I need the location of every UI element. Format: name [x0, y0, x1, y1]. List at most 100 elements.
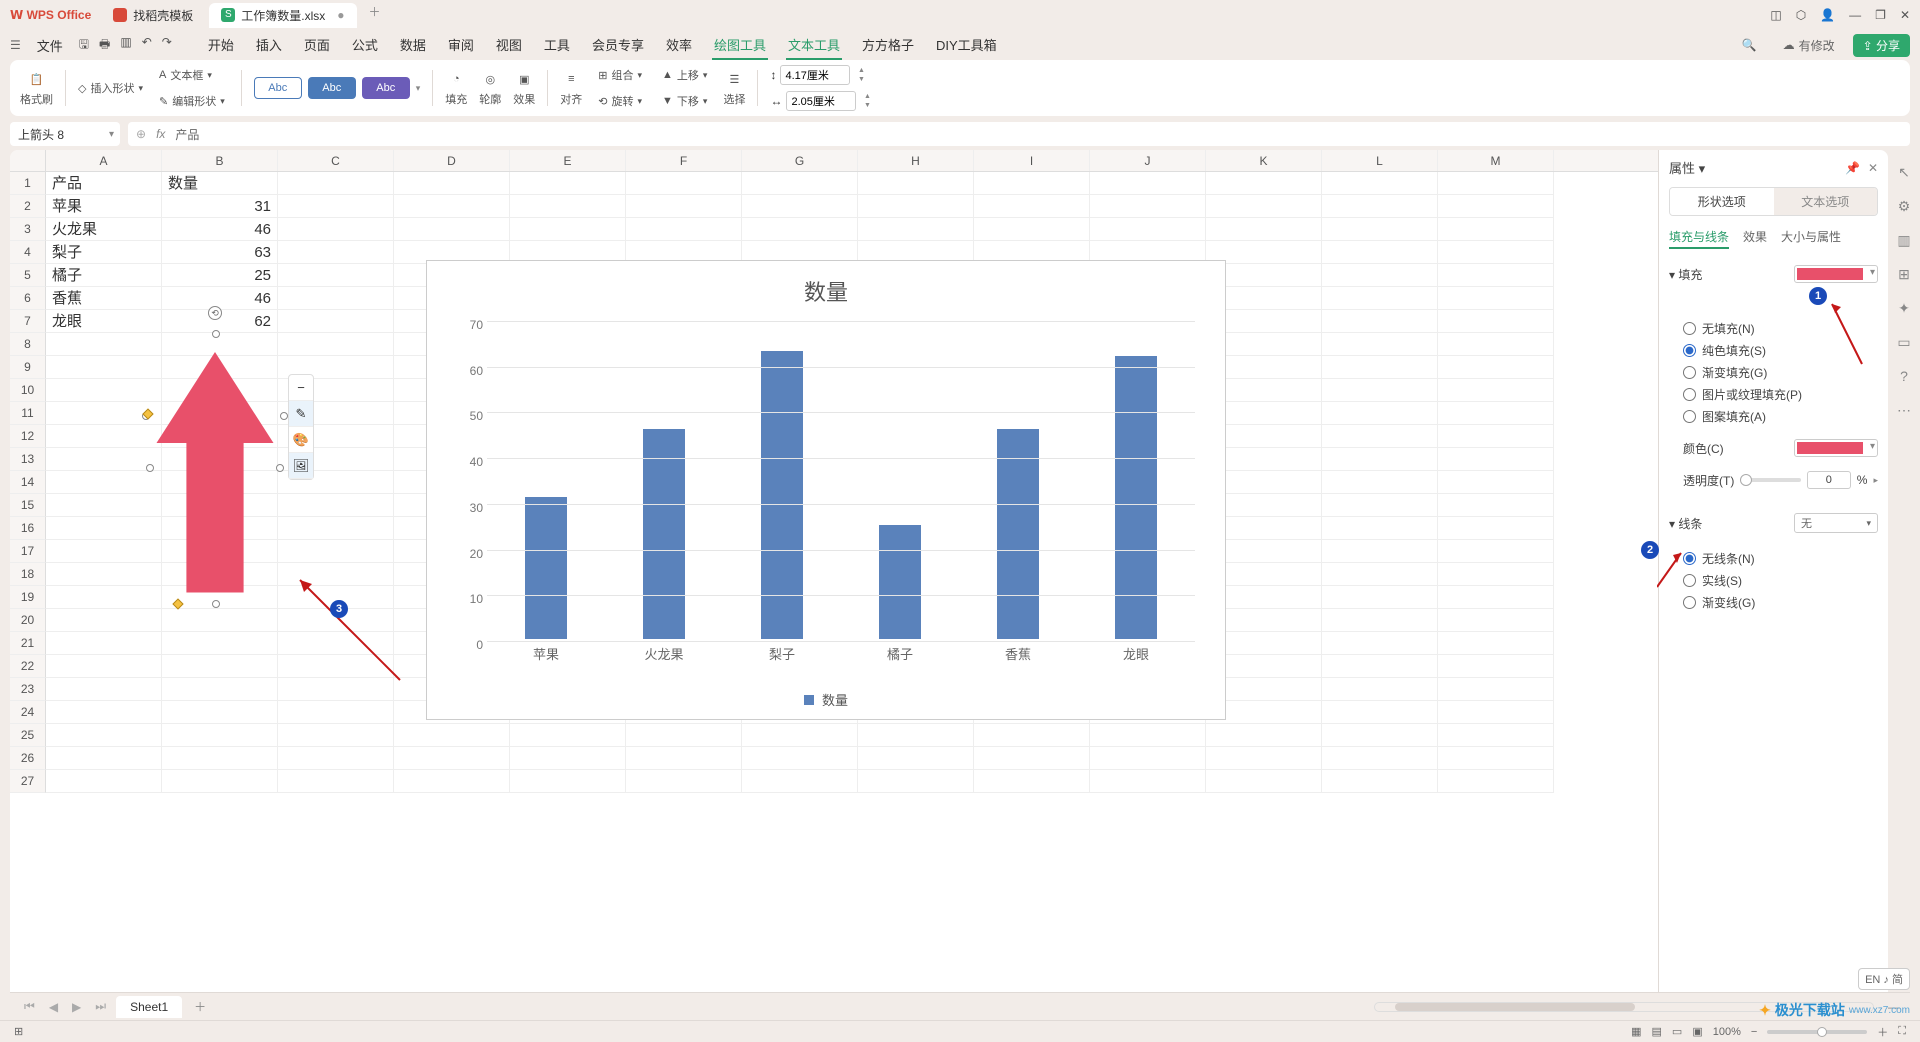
cell-L14[interactable] — [1322, 471, 1438, 494]
cell-K1[interactable] — [1206, 172, 1322, 195]
cell-A16[interactable] — [46, 517, 162, 540]
cell-M20[interactable] — [1438, 609, 1554, 632]
undo-icon[interactable]: ↶ — [142, 35, 152, 56]
cell-J1[interactable] — [1090, 172, 1206, 195]
cell-I27[interactable] — [974, 770, 1090, 793]
cell-E25[interactable] — [510, 724, 626, 747]
cell-K2[interactable] — [1206, 195, 1322, 218]
col-header-F[interactable]: F — [626, 150, 742, 171]
cell-A4[interactable]: 梨子 — [46, 241, 162, 264]
transparency-value[interactable]: 0 — [1807, 471, 1851, 489]
cell-B4[interactable]: 63 — [162, 241, 278, 264]
cell-A12[interactable] — [46, 425, 162, 448]
minimize-icon[interactable]: — — [1849, 8, 1861, 22]
line-option-1[interactable]: 实线(S) — [1683, 572, 1878, 589]
cell-J2[interactable] — [1090, 195, 1206, 218]
cell-A21[interactable] — [46, 632, 162, 655]
cell-L7[interactable] — [1322, 310, 1438, 333]
save-icon[interactable]: 🖫 — [79, 35, 89, 56]
cell-L4[interactable] — [1322, 241, 1438, 264]
edit-shape-button[interactable]: ✎编辑形状▾ — [155, 91, 229, 111]
cell-L20[interactable] — [1322, 609, 1438, 632]
cell-M7[interactable] — [1438, 310, 1554, 333]
cell-J3[interactable] — [1090, 218, 1206, 241]
menu-文本工具[interactable]: 文本工具 — [786, 31, 842, 60]
cell-A26[interactable] — [46, 747, 162, 770]
cell-M21[interactable] — [1438, 632, 1554, 655]
cell-M27[interactable] — [1438, 770, 1554, 793]
print-preview-icon[interactable]: ▥ — [120, 35, 131, 56]
cell-A15[interactable] — [46, 494, 162, 517]
cell-L10[interactable] — [1322, 379, 1438, 402]
move-down-button[interactable]: ▼下移▾ — [658, 91, 711, 111]
cell-C26[interactable] — [278, 747, 394, 770]
layers-icon[interactable]: ▥ — [1894, 232, 1914, 252]
cell-A24[interactable] — [46, 701, 162, 724]
select-all-corner[interactable] — [10, 150, 46, 171]
col-header-C[interactable]: C — [278, 150, 394, 171]
shape-height-input[interactable]: ↕▲▼ — [770, 65, 874, 85]
cell-A1[interactable]: 产品 — [46, 172, 162, 195]
cell-I1[interactable] — [974, 172, 1090, 195]
cell-C25[interactable] — [278, 724, 394, 747]
col-header-D[interactable]: D — [394, 150, 510, 171]
status-icon[interactable]: ⊞ — [14, 1025, 23, 1038]
cloud-status[interactable]: ☁ 有修改 — [1773, 34, 1845, 57]
cell-D27[interactable] — [394, 770, 510, 793]
cell-B1[interactable]: 数量 — [162, 172, 278, 195]
share-button[interactable]: ⇪ 分享 — [1853, 34, 1910, 57]
cell-M11[interactable] — [1438, 402, 1554, 425]
paint-icon[interactable]: 🎨 — [289, 427, 313, 453]
row-header-20[interactable]: 20 — [10, 609, 46, 632]
cell-K27[interactable] — [1206, 770, 1322, 793]
rotate-button[interactable]: ⟲旋转▾ — [594, 91, 646, 111]
menu-会员专享[interactable]: 会员专享 — [590, 31, 646, 60]
cell-A5[interactable]: 橘子 — [46, 264, 162, 287]
group-button[interactable]: ⊞组合▾ — [594, 65, 646, 85]
cell-M19[interactable] — [1438, 586, 1554, 609]
row-header-24[interactable]: 24 — [10, 701, 46, 724]
col-header-E[interactable]: E — [510, 150, 626, 171]
cell-A18[interactable] — [46, 563, 162, 586]
bar-火龙果[interactable] — [643, 429, 685, 639]
cell-M13[interactable] — [1438, 448, 1554, 471]
sheet-tab-1[interactable]: Sheet1 — [116, 996, 182, 1018]
zoom-out-icon[interactable]: − — [1751, 1026, 1757, 1038]
cell-H1[interactable] — [858, 172, 974, 195]
maximize-icon[interactable]: ❐ — [1875, 8, 1886, 22]
cell-L26[interactable] — [1322, 747, 1438, 770]
view-page-icon[interactable]: ▤ — [1652, 1025, 1662, 1038]
col-header-G[interactable]: G — [742, 150, 858, 171]
cell-C7[interactable] — [278, 310, 394, 333]
last-sheet-icon[interactable]: ⏭ — [91, 999, 110, 1014]
cell-B2[interactable]: 31 — [162, 195, 278, 218]
cell-D25[interactable] — [394, 724, 510, 747]
next-sheet-icon[interactable]: ▶ — [68, 1000, 85, 1014]
row-header-2[interactable]: 2 — [10, 195, 46, 218]
cell-L19[interactable] — [1322, 586, 1438, 609]
cell-M9[interactable] — [1438, 356, 1554, 379]
menu-审阅[interactable]: 审阅 — [446, 31, 476, 60]
cell-L17[interactable] — [1322, 540, 1438, 563]
fill-option-4[interactable]: 图案填充(A) — [1683, 408, 1878, 425]
view-break-icon[interactable]: ▭ — [1672, 1025, 1682, 1038]
row-header-1[interactable]: 1 — [10, 172, 46, 195]
hamburger-icon[interactable]: ☰ — [10, 38, 21, 52]
close-window-icon[interactable]: ✕ — [1900, 8, 1910, 22]
row-header-17[interactable]: 17 — [10, 540, 46, 563]
cell-C5[interactable] — [278, 264, 394, 287]
cell-A23[interactable] — [46, 678, 162, 701]
cell-M16[interactable] — [1438, 517, 1554, 540]
move-up-button[interactable]: ▲上移▾ — [658, 65, 711, 85]
cell-A25[interactable] — [46, 724, 162, 747]
cell-C24[interactable] — [278, 701, 394, 724]
file-menu[interactable]: 文件 — [29, 34, 71, 57]
cell-I25[interactable] — [974, 724, 1090, 747]
cell-L2[interactable] — [1322, 195, 1438, 218]
tab-text-options[interactable]: 文本选项 — [1774, 188, 1878, 215]
cell-L8[interactable] — [1322, 333, 1438, 356]
row-header-13[interactable]: 13 — [10, 448, 46, 471]
cell-F1[interactable] — [626, 172, 742, 195]
clip-icon[interactable]: ⊞ — [1894, 266, 1914, 286]
cell-B5[interactable]: 25 — [162, 264, 278, 287]
